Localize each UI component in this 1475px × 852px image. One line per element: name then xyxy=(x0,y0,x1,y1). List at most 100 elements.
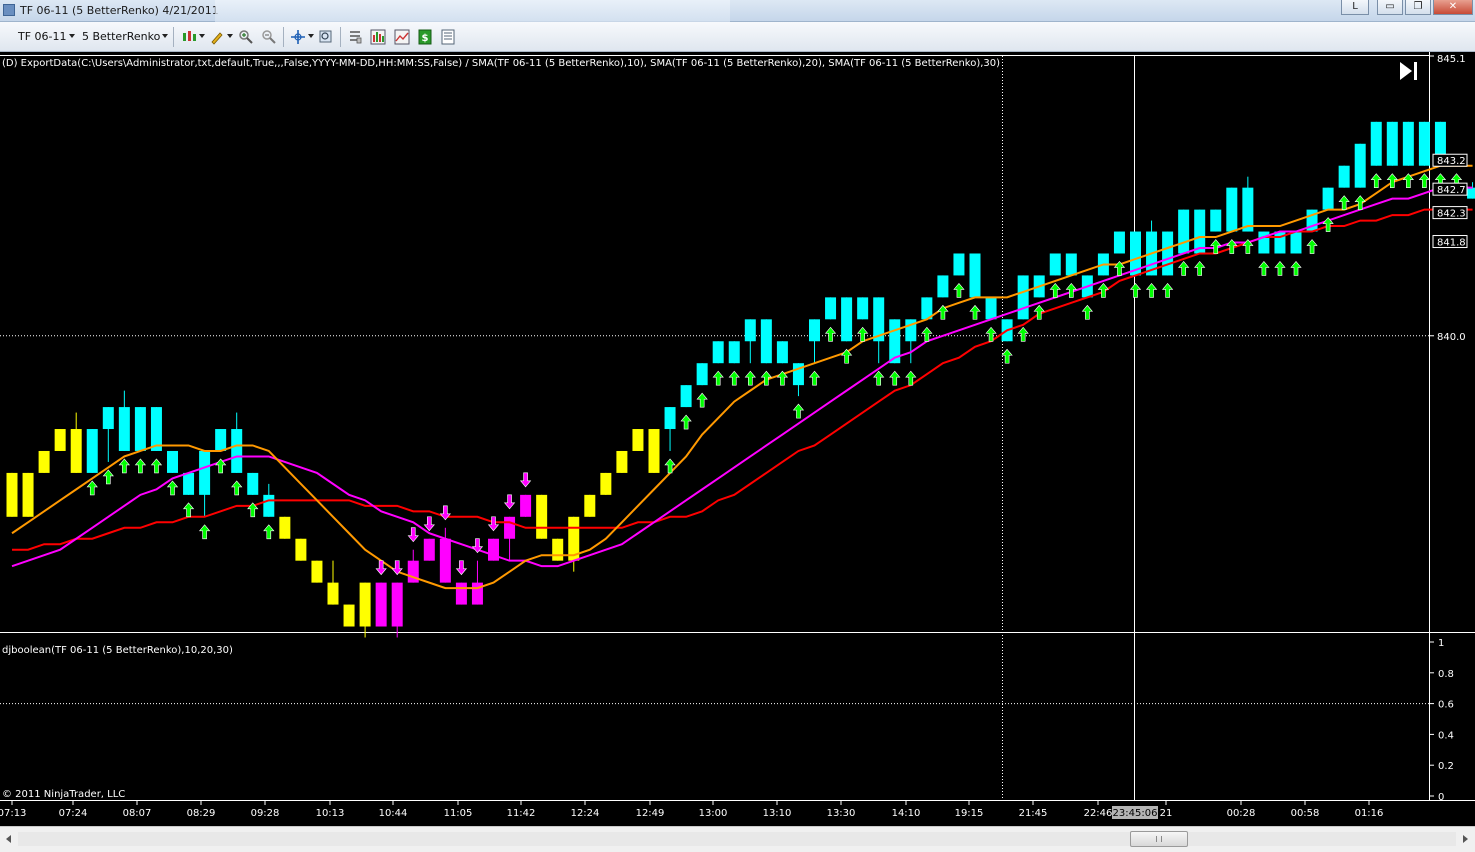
chart-canvas[interactable]: (D) ExportData(C:\Users\Administrator,tx… xyxy=(0,52,1475,852)
chart-area[interactable]: (D) ExportData(C:\Users\Administrator,tx… xyxy=(0,52,1475,852)
bar-style-icon[interactable] xyxy=(181,29,197,45)
bar-body xyxy=(760,319,772,364)
strategies-icon[interactable] xyxy=(394,29,410,45)
magnifier-icon[interactable] xyxy=(318,29,334,45)
bar-body xyxy=(86,429,98,473)
bar-body xyxy=(1194,209,1206,254)
toolbar-separator xyxy=(340,27,341,47)
bar-body xyxy=(616,450,628,473)
chevron-down-icon[interactable] xyxy=(308,34,314,38)
chevron-down-icon[interactable] xyxy=(69,34,75,38)
bar-body xyxy=(1242,187,1254,232)
svg-text:$: $ xyxy=(422,33,429,44)
time-tick-label: 09:28 xyxy=(251,808,280,819)
lower-panel-label: djboolean(TF 06-11 (5 BetterRenko),10,20… xyxy=(2,645,233,656)
bar-body xyxy=(1210,209,1222,232)
time-tick-label: 01:16 xyxy=(1355,808,1384,819)
bar-body xyxy=(600,472,612,495)
time-tick-label: 10:13 xyxy=(316,808,345,819)
time-tick-label: 21:45 xyxy=(1019,808,1048,819)
app-icon xyxy=(3,4,15,16)
bar-body xyxy=(22,472,34,517)
chevron-down-icon[interactable] xyxy=(227,34,233,38)
lower-tick-label: 0.8 xyxy=(1438,669,1454,680)
bar-body xyxy=(712,341,724,364)
scroll-right-icon[interactable] xyxy=(1463,835,1468,843)
window-titlebar[interactable]: TF 06-11 (5 BetterRenko) 4/21/2011 L ▭ ❐… xyxy=(0,0,1475,22)
indicator-label: (D) ExportData(C:\Users\Administrator,tx… xyxy=(2,58,1000,69)
chart-background xyxy=(0,52,1475,852)
bar-body xyxy=(1226,187,1238,232)
bar-body xyxy=(375,582,387,627)
crosshair-icon[interactable] xyxy=(290,29,306,45)
cursor-time-text: 23:45:06 xyxy=(1113,808,1158,819)
zoom-out-icon[interactable] xyxy=(261,29,277,45)
bar-body xyxy=(1354,143,1366,188)
scroll-left-icon[interactable] xyxy=(6,835,11,843)
bar-body xyxy=(102,407,114,430)
bar-body xyxy=(183,472,195,495)
time-tick-label: 22:46 xyxy=(1084,808,1113,819)
scroll-thumb[interactable] xyxy=(1130,831,1188,847)
scroll-track[interactable] xyxy=(18,832,1456,846)
price-tick-label: 845.1 xyxy=(1437,54,1466,65)
bar-body xyxy=(231,429,243,473)
price-marker-label: 841.8 xyxy=(1437,238,1466,249)
indicators-icon[interactable] xyxy=(370,29,386,45)
bar-body xyxy=(6,472,18,517)
time-tick-label: 13:30 xyxy=(827,808,856,819)
dollar-icon[interactable]: $ xyxy=(417,29,433,45)
horizontal-scrollbar[interactable] xyxy=(0,826,1475,852)
price-tick-label: 840.0 xyxy=(1437,332,1466,343)
bar-body xyxy=(857,297,869,320)
titlebar-glass xyxy=(215,0,730,22)
bar-body xyxy=(536,494,548,539)
instrument-selector[interactable]: TF 06-11 xyxy=(18,30,67,43)
time-tick-label: 12:24 xyxy=(571,808,600,819)
bar-body xyxy=(343,604,355,627)
bar-body xyxy=(1290,231,1302,254)
time-tick-label: 12:49 xyxy=(636,808,665,819)
bar-body xyxy=(776,341,788,364)
bar-body xyxy=(504,516,516,539)
bar-body xyxy=(696,363,708,386)
time-tick-label: 21 xyxy=(1160,808,1173,819)
bar-body xyxy=(1017,275,1029,320)
bar-body xyxy=(1467,187,1475,199)
bar-type-selector[interactable]: 5 BetterRenko xyxy=(82,30,160,43)
bar-body xyxy=(1162,231,1174,276)
bar-body xyxy=(311,560,323,583)
time-tick-label: 11:42 xyxy=(507,808,536,819)
time-tick-label: 00:28 xyxy=(1227,808,1256,819)
chart-toolbar: TF 06-11 5 BetterRenko $ xyxy=(0,22,1475,52)
bar-body xyxy=(215,429,227,451)
link-button[interactable]: L xyxy=(1341,0,1369,15)
bar-body xyxy=(54,429,66,451)
time-tick-label: 07:13 xyxy=(0,808,26,819)
restore-button[interactable]: ❐ xyxy=(1405,0,1431,15)
zoom-in-icon[interactable] xyxy=(238,29,254,45)
pencil-draw-icon[interactable] xyxy=(209,29,225,45)
price-marker-label: 842.7 xyxy=(1437,185,1466,196)
bar-body xyxy=(1418,121,1430,166)
chevron-down-icon[interactable] xyxy=(162,34,168,38)
bar-body xyxy=(953,253,965,276)
time-tick-label: 07:24 xyxy=(59,808,88,819)
bar-body xyxy=(263,494,275,517)
ninjatrader-chart-window: TF 06-11 (5 BetterRenko) 4/21/2011 L ▭ ❐… xyxy=(0,0,1475,852)
time-tick-label: 19:15 xyxy=(955,808,984,819)
data-box-icon[interactable] xyxy=(440,29,456,45)
chevron-down-icon[interactable] xyxy=(199,34,205,38)
minimize-button[interactable]: ▭ xyxy=(1377,0,1403,15)
bar-body xyxy=(969,253,981,298)
time-tick-label: 08:07 xyxy=(123,808,152,819)
price-marker-label: 842.3 xyxy=(1437,209,1466,220)
bar-body xyxy=(134,407,146,451)
close-button[interactable]: ✕ xyxy=(1433,0,1473,15)
properties-icon[interactable] xyxy=(347,29,363,45)
bar-body xyxy=(825,297,837,320)
bar-body xyxy=(680,385,692,408)
bar-body xyxy=(1113,231,1125,254)
bar-body xyxy=(664,407,676,430)
bar-body xyxy=(648,429,660,473)
